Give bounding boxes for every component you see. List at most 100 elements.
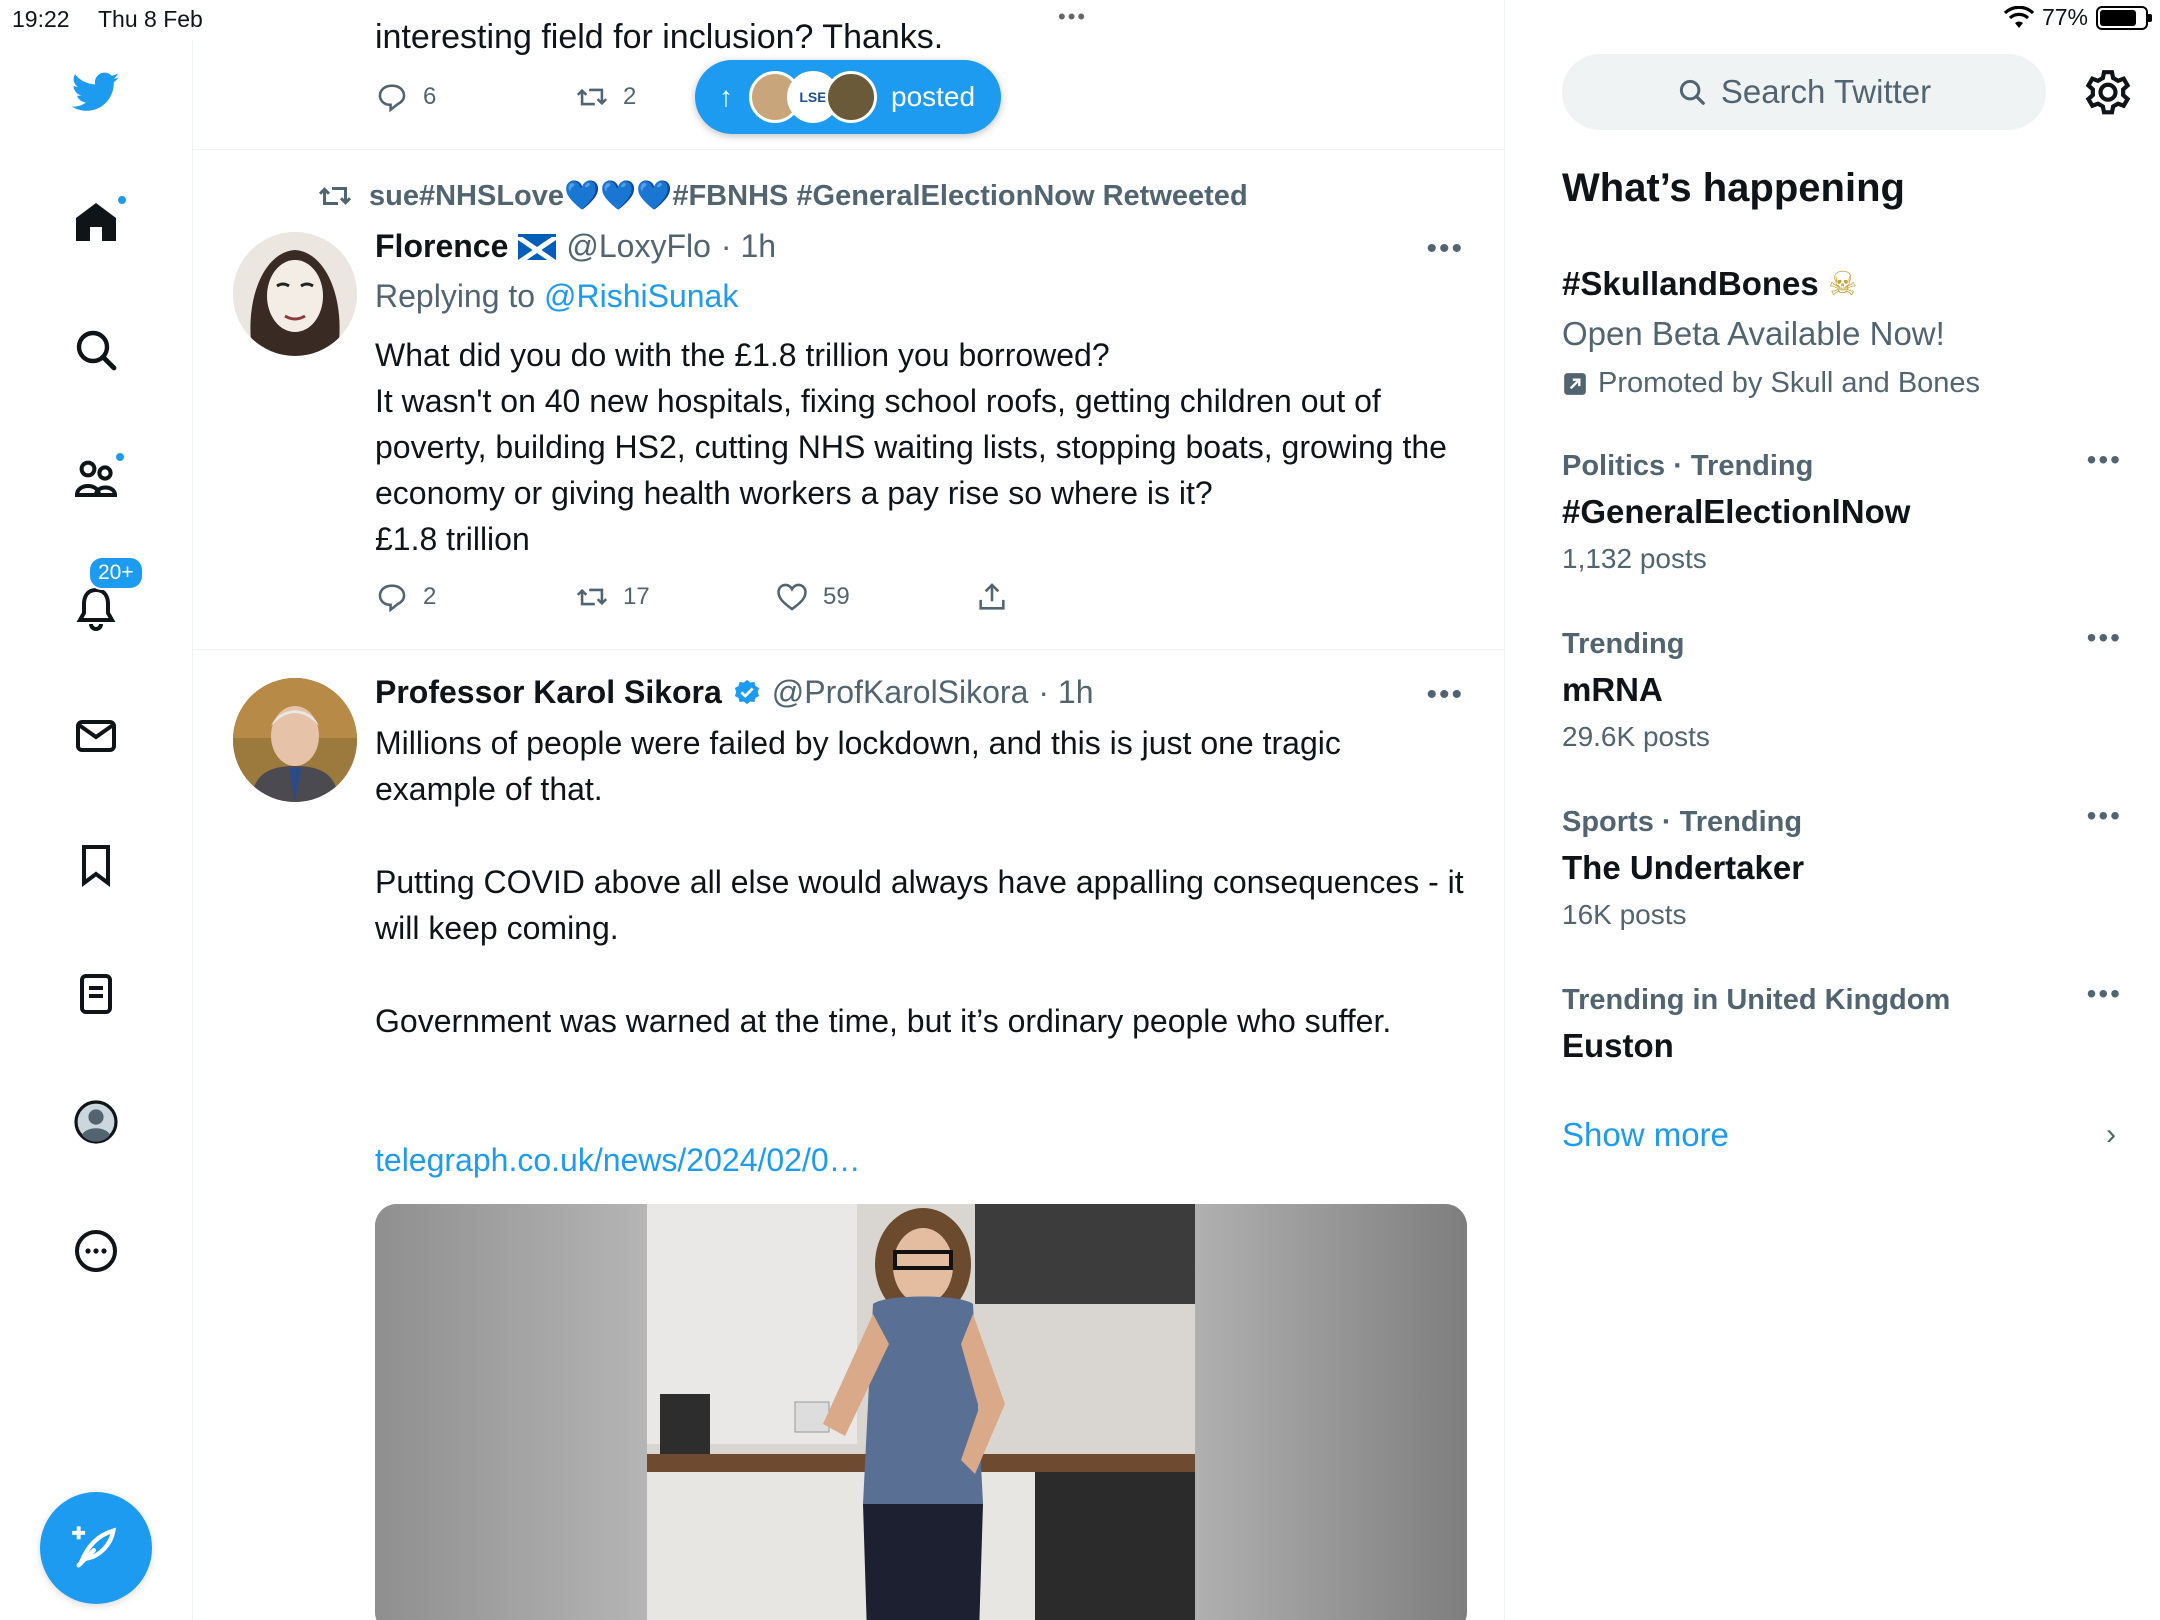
- show-more-link[interactable]: Show more: [1562, 1116, 1729, 1154]
- trend-item[interactable]: Politics · Trending #GeneralElectionlNow…: [1562, 444, 2122, 575]
- tweet-paragraph-2: Putting COVID above all else would alway…: [375, 864, 1464, 946]
- promoted-trend[interactable]: #SkullandBones ☠ Open Beta Available Now…: [1562, 264, 2122, 400]
- chevron-right-icon[interactable]: ›: [2106, 1118, 2116, 1152]
- share-icon: [979, 583, 1005, 610]
- right-sidebar: Search Twitter What’s happening #Skullan…: [1506, 0, 2160, 1620]
- avatar[interactable]: [233, 232, 357, 356]
- like-count: 59: [823, 583, 850, 610]
- trend-item[interactable]: Trending in United Kingdom Euston •••: [1562, 978, 2122, 1065]
- tweet-header: Florence @LoxyFlo · 1h: [375, 228, 776, 265]
- communities-unread-dot: [114, 451, 126, 463]
- skull-emoji-icon: ☠: [1827, 265, 1858, 302]
- replying-to-handle[interactable]: @RishiSunak: [544, 278, 738, 314]
- tweet-time[interactable]: · 1h: [1038, 674, 1093, 711]
- reply-count: 6: [423, 83, 437, 110]
- trend-more-button[interactable]: •••: [2087, 444, 2122, 476]
- author-name[interactable]: Professor Karol Sikora: [375, 674, 722, 711]
- trend-item[interactable]: Sports · Trending The Undertaker 16K pos…: [1562, 800, 2122, 931]
- retweeted-by-row[interactable]: sue#NHSLove💙💙💙#FBNHS #GeneralElectionNow…: [317, 178, 1248, 214]
- reply-icon: [378, 584, 406, 613]
- messages-mail-icon[interactable]: [70, 710, 122, 762]
- reply-button[interactable]: 6: [375, 80, 575, 114]
- feather-compose-icon: [72, 1526, 117, 1568]
- trend-meta: Politics · Trending: [1562, 450, 1814, 482]
- trend-count: 1,132 posts: [1562, 543, 1707, 574]
- tweet-paragraph-3: Government was warned at the time, but i…: [375, 1003, 1392, 1039]
- lists-icon[interactable]: [70, 968, 122, 1020]
- previous-tweet-text: interesting field for inclusion? Thanks.: [375, 18, 944, 56]
- trend-meta: Trending in United Kingdom: [1562, 984, 1951, 1016]
- reply-count: 2: [423, 583, 437, 610]
- search-input[interactable]: Search Twitter: [1562, 54, 2046, 130]
- promoted-subtitle: Open Beta Available Now!: [1562, 315, 1945, 352]
- tweet-link[interactable]: telegraph.co.uk/news/2024/02/0…: [375, 1137, 1465, 1183]
- replying-to-label: Replying to: [375, 278, 536, 314]
- search-placeholder: Search Twitter: [1720, 73, 1932, 110]
- reply-icon: [378, 84, 406, 113]
- more-options-icon[interactable]: [70, 1225, 122, 1277]
- avatar[interactable]: [233, 678, 357, 802]
- author-handle[interactable]: @LoxyFlo: [566, 228, 711, 265]
- notifications-badge: 20+: [88, 556, 144, 590]
- trend-count: 16K posts: [1562, 899, 1687, 930]
- retweet-icon: [318, 187, 352, 205]
- trend-name: Euston: [1562, 1027, 1674, 1064]
- tweet-more-button[interactable]: •••: [1426, 678, 1464, 712]
- heart-icon: [777, 583, 807, 611]
- promoted-by-label: Promoted by Skull and Bones: [1598, 367, 1981, 399]
- trend-meta: Trending: [1562, 628, 1685, 660]
- trend-more-button[interactable]: •••: [2087, 622, 2122, 654]
- retweet-button[interactable]: 17: [575, 580, 775, 614]
- promoted-by-row: Promoted by Skull and Bones: [1562, 367, 2122, 400]
- retweet-icon: [576, 588, 608, 606]
- promoted-trend-name: #SkullandBones ☠: [1562, 265, 1858, 302]
- tweet-header: Professor Karol Sikora @ProfKarolSikora …: [375, 674, 1094, 711]
- promoted-icon: [1564, 372, 1586, 395]
- pill-avatar-3: [825, 71, 877, 123]
- search-icon: [1679, 79, 1705, 105]
- status-date: Thu 8 Feb: [98, 6, 203, 32]
- trend-name: The Undertaker: [1562, 849, 1805, 886]
- trend-meta: Sports · Trending: [1562, 806, 1803, 838]
- posted-label: posted: [891, 81, 976, 112]
- status-time: 19:22: [12, 6, 70, 32]
- profile-avatar-icon[interactable]: [70, 1096, 122, 1148]
- trend-name: #GeneralElectionlNow: [1562, 493, 1911, 530]
- trend-item[interactable]: Trending mRNA 29.6K posts •••: [1562, 622, 2122, 753]
- tweet-paragraph-1: Millions of people were failed by lockdo…: [375, 725, 1341, 807]
- compose-tweet-button[interactable]: [40, 1492, 152, 1604]
- retweet-count: 17: [623, 583, 650, 610]
- author-name[interactable]: Florence: [375, 228, 508, 265]
- tweet-time[interactable]: · 1h: [721, 228, 776, 265]
- pill-avatars: LSE: [749, 71, 877, 123]
- bookmarks-icon[interactable]: [70, 839, 122, 891]
- communities-icon[interactable]: [70, 451, 126, 505]
- trend-count: 29.6K posts: [1562, 721, 1710, 752]
- retweeted-by-label: sue#NHSLove💙💙💙#FBNHS #GeneralElectionNow…: [369, 180, 1248, 212]
- tweet-actions: 2 17 59: [375, 580, 1035, 614]
- arrow-up-icon: ↑: [719, 81, 733, 112]
- replying-to: Replying to @RishiSunak: [375, 278, 738, 315]
- author-handle[interactable]: @ProfKarolSikora: [772, 674, 1029, 711]
- trend-name: mRNA: [1562, 671, 1663, 708]
- home-unread-dot: [116, 194, 128, 206]
- new-posts-pill[interactable]: ↑ LSE posted: [695, 60, 1001, 134]
- scotland-flag-icon: [518, 233, 557, 260]
- settings-gear-icon[interactable]: [2080, 64, 2136, 120]
- trend-more-button[interactable]: •••: [2087, 978, 2122, 1010]
- reply-button[interactable]: 2: [375, 580, 575, 614]
- left-nav: 20+: [0, 40, 193, 1620]
- tweet-media-image[interactable]: [375, 1204, 1467, 1620]
- like-button[interactable]: 59: [775, 580, 975, 614]
- share-button[interactable]: [975, 580, 1035, 614]
- retweet-icon: [576, 88, 608, 106]
- twitter-logo-icon[interactable]: [70, 66, 122, 118]
- whats-happening-title: What’s happening: [1562, 166, 1905, 210]
- retweet-count: 2: [623, 83, 637, 110]
- tweet-text: What did you do with the £1.8 trillion y…: [375, 337, 1447, 557]
- tweet-more-button[interactable]: •••: [1426, 232, 1464, 266]
- explore-search-icon[interactable]: [70, 324, 122, 376]
- home-icon[interactable]: [70, 194, 128, 248]
- verified-badge-icon: [734, 679, 759, 704]
- trend-more-button[interactable]: •••: [2087, 800, 2122, 832]
